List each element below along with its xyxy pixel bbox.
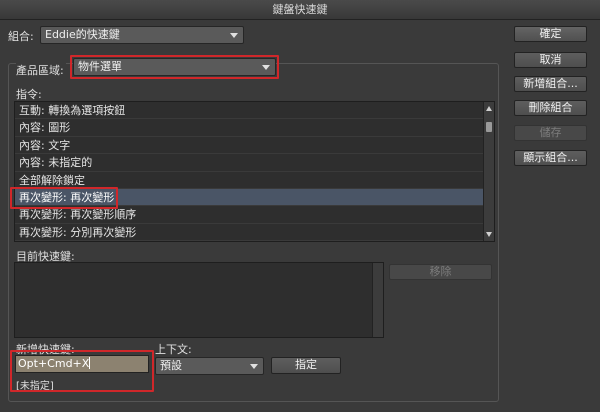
- scroll-down-icon[interactable]: [486, 232, 492, 237]
- commands-list[interactable]: 互動: 轉換為選項按鈕 內容: 圖形 內容: 文字 內容: 未指定的 全部解除鎖…: [14, 101, 495, 242]
- context-dropdown[interactable]: 預設: [155, 357, 264, 375]
- list-item[interactable]: 再次變形: 分別再次變形: [15, 224, 484, 241]
- new-shortcut-highlight: [10, 350, 154, 392]
- context-label: 上下文:: [155, 343, 192, 356]
- context-dropdown-value: 預設: [160, 359, 182, 372]
- chevron-down-icon: [250, 364, 258, 369]
- chevron-down-icon: [230, 33, 238, 38]
- save-button[interactable]: 儲存: [514, 125, 587, 141]
- ok-button[interactable]: 確定: [514, 26, 587, 42]
- list-item[interactable]: 內容: 圖形: [15, 119, 484, 137]
- list-item[interactable]: 內容: 文字: [15, 137, 484, 155]
- set-dropdown[interactable]: Eddie的快速鍵: [40, 26, 244, 44]
- product-area-label: 產品區域:: [16, 62, 66, 78]
- window-title: 鍵盤快速鍵: [272, 3, 328, 16]
- remove-button[interactable]: 移除: [389, 264, 492, 280]
- cancel-button[interactable]: 取消: [514, 52, 587, 68]
- set-label: 組合:: [8, 30, 34, 43]
- current-shortcuts-list[interactable]: [14, 262, 384, 338]
- list-item[interactable]: 內容: 未指定的: [15, 154, 484, 172]
- commands-label: 指令:: [16, 88, 42, 101]
- scroll-thumb[interactable]: [486, 122, 492, 132]
- delete-set-button[interactable]: 刪除組合: [514, 100, 587, 116]
- selected-command-highlight: [10, 187, 118, 209]
- show-set-button[interactable]: 顯示組合...: [514, 150, 587, 166]
- product-area-highlight: [70, 55, 279, 79]
- set-dropdown-value: Eddie的快速鍵: [45, 28, 120, 41]
- commands-scrollbar[interactable]: [483, 102, 494, 241]
- current-shortcuts-scrollbar[interactable]: [372, 263, 383, 337]
- new-set-button[interactable]: 新增組合...: [514, 76, 587, 92]
- window-title-bar: 鍵盤快速鍵: [0, 0, 600, 20]
- list-item[interactable]: 互動: 轉換為選項按鈕: [15, 102, 484, 120]
- scroll-up-icon[interactable]: [486, 106, 492, 111]
- assign-button[interactable]: 指定: [271, 357, 341, 374]
